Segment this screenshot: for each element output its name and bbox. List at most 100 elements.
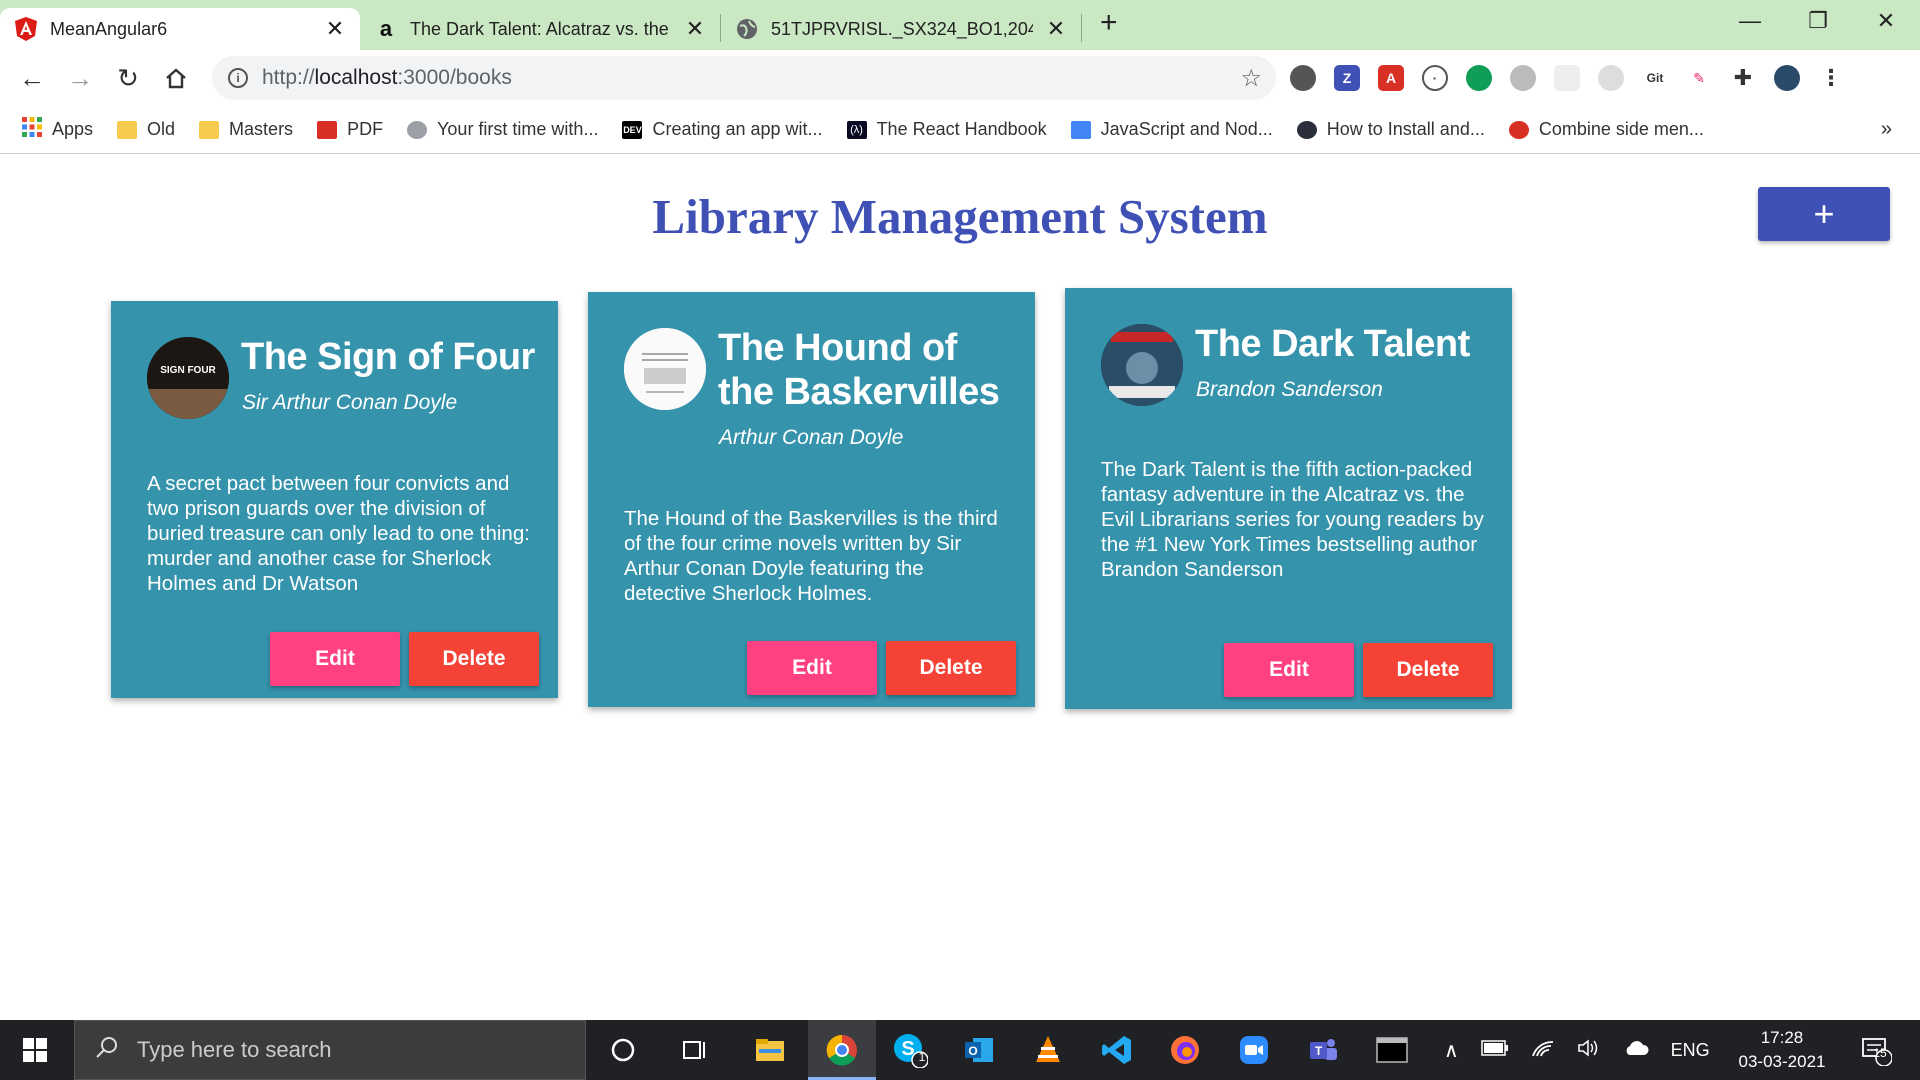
chevron-up-icon[interactable]: ∧ [1444, 1038, 1459, 1063]
outlook-icon[interactable]: O [959, 1030, 999, 1070]
home-icon[interactable] [152, 54, 200, 102]
docs-icon [1070, 120, 1091, 139]
taskbar-search-input[interactable]: Type here to search [74, 1020, 586, 1080]
bookmark-pdf[interactable]: PDF [317, 119, 383, 140]
zoom-icon[interactable] [1234, 1030, 1274, 1070]
bookmark-label: Old [147, 119, 176, 139]
skype-icon[interactable]: S 1 [890, 1030, 930, 1070]
notifications-icon[interactable]: 15 [1856, 1030, 1896, 1070]
windows-start-icon[interactable] [0, 1020, 70, 1080]
tab-title: The Dark Talent: Alcatraz vs. the E [410, 18, 672, 39]
taskbar-clock[interactable]: 17:28 03-03-2021 [1730, 1026, 1834, 1074]
wifi-icon[interactable] [1531, 1038, 1555, 1063]
bookmark-masters[interactable]: Masters [199, 119, 293, 140]
extensions-puzzle-icon[interactable]: ✚ [1730, 65, 1756, 91]
close-tab-icon[interactable]: ✕ [324, 16, 346, 42]
book-card: SIGN FOUR The Sign of Four Sir Arthur Co… [111, 301, 558, 698]
firefox-icon[interactable] [1165, 1030, 1205, 1070]
clock-time: 17:28 [1760, 1028, 1804, 1047]
teams-icon[interactable]: T [1303, 1030, 1343, 1070]
bookmark-first-time[interactable]: Your first time with... [407, 119, 598, 140]
extension-dots-icon[interactable] [1598, 65, 1624, 91]
amazon-icon: a [379, 16, 393, 41]
volume-icon[interactable] [1577, 1038, 1601, 1063]
gitzip-icon[interactable]: Git [1642, 65, 1668, 91]
tab-title: 51TJPRVRISL._SX324_BO1,204,20 [771, 18, 1033, 39]
browser-tab-bar: MeanAngular6 ✕ a The Dark Talent: Alcatr… [0, 0, 1920, 50]
bookmark-react-handbook[interactable]: (λ) The React Handbook [846, 119, 1047, 140]
electron-icon [1296, 120, 1317, 139]
edit-button[interactable]: Edit [1224, 643, 1354, 697]
task-view-icon[interactable] [675, 1030, 715, 1070]
extension-gear-icon[interactable] [1510, 65, 1536, 91]
restore-icon[interactable]: ❐ [1784, 0, 1852, 42]
bookmark-javascript-node[interactable]: JavaScript and Nod... [1070, 119, 1273, 140]
forward-icon[interactable]: → [56, 54, 104, 102]
language-indicator[interactable]: ENG [1671, 1040, 1710, 1061]
colorpicker-icon[interactable]: ✎ [1686, 65, 1712, 91]
book-card: The Dark Talent Brandon Sanderson The Da… [1065, 288, 1512, 709]
delete-button[interactable]: Delete [409, 632, 539, 686]
bookmark-label: Masters [229, 119, 294, 139]
terminal-icon[interactable] [1372, 1030, 1412, 1070]
folder-icon [199, 120, 220, 139]
code-extension-icon[interactable]: · [1422, 65, 1448, 91]
edit-button[interactable]: Edit [747, 641, 877, 695]
grammarly-icon[interactable] [1466, 65, 1492, 91]
book-description: The Hound of the Baskervilles is the thi… [624, 507, 998, 605]
vscode-icon[interactable] [1097, 1030, 1137, 1070]
search-placeholder: Type here to search [137, 1037, 332, 1062]
windows-taskbar: Type here to search S 1 O T ∧ ENG 17:28 … [0, 1020, 1920, 1080]
add-book-button[interactable]: + [1758, 187, 1890, 241]
page-title: Library Management System [652, 189, 1268, 244]
delete-button[interactable]: Delete [1363, 643, 1493, 697]
close-tab-icon[interactable]: ✕ [1045, 16, 1067, 42]
reload-icon[interactable]: ↻ [104, 54, 152, 102]
edit-button[interactable]: Edit [270, 632, 400, 686]
minimize-icon[interactable]: — [1716, 0, 1784, 42]
bookmark-old[interactable]: Old [117, 119, 175, 140]
browser-toolbar: ← → ↻ i http:// localhost :3000/books ☆ … [0, 50, 1920, 106]
close-window-icon[interactable]: ✕ [1852, 0, 1920, 42]
vlc-icon[interactable] [1028, 1030, 1068, 1070]
svg-text:O: O [968, 1044, 977, 1058]
bookmark-site-icon [1508, 120, 1529, 139]
bookmark-label: How to Install and... [1326, 119, 1485, 139]
delete-button[interactable]: Delete [886, 641, 1016, 695]
clock-date: 03-03-2021 [1738, 1052, 1826, 1071]
extension-circle-icon[interactable] [1290, 65, 1316, 91]
profile-avatar[interactable] [1774, 65, 1800, 91]
book-author: Arthur Conan Doyle [719, 426, 904, 449]
bookmark-star-icon[interactable]: ☆ [1240, 64, 1262, 93]
menu-dots-icon[interactable]: ⋮ [1818, 65, 1844, 91]
bookmark-creating-app[interactable]: DEV Creating an app wit... [622, 119, 823, 140]
extensions-bar: Z A · Git ✎ ✚ ⋮ [1290, 58, 1844, 98]
bookmark-apps[interactable]: Apps [22, 117, 93, 142]
tab-image[interactable]: 51TJPRVRISL._SX324_BO1,204,20 ✕ [721, 8, 1081, 50]
extension-grid-icon[interactable] [1554, 65, 1580, 91]
tab-dark-talent[interactable]: a The Dark Talent: Alcatraz vs. the E ✕ [360, 8, 720, 50]
book-cover-thumbnail: SIGN FOUR [147, 337, 229, 419]
battery-icon[interactable] [1480, 1039, 1509, 1061]
bookmark-label: Combine side men... [1538, 119, 1704, 139]
search-icon [95, 1035, 119, 1065]
address-bar[interactable]: i http:// localhost :3000/books ☆ [212, 56, 1276, 100]
back-icon[interactable]: ← [8, 54, 56, 102]
chrome-icon[interactable] [822, 1030, 862, 1070]
file-explorer-icon[interactable] [750, 1030, 790, 1070]
site-info-icon[interactable]: i [228, 68, 248, 88]
more-bookmarks-icon[interactable]: » [1881, 118, 1892, 141]
cortana-icon[interactable] [603, 1030, 643, 1070]
tab-meanangular6[interactable]: MeanAngular6 ✕ [0, 8, 360, 50]
new-tab-button[interactable]: + [1100, 6, 1118, 40]
book-cover-thumbnail [1101, 324, 1183, 406]
onedrive-cloud-icon[interactable] [1623, 1040, 1649, 1061]
bookmark-combine-side-menu[interactable]: Combine side men... [1508, 119, 1704, 140]
zotero-icon[interactable]: Z [1334, 65, 1360, 91]
bookmark-how-to-install[interactable]: How to Install and... [1296, 119, 1485, 140]
url-host: localhost [314, 66, 398, 89]
bookmark-site-icon [407, 120, 428, 139]
close-tab-icon[interactable]: ✕ [684, 16, 706, 42]
acrobat-icon[interactable]: A [1378, 65, 1404, 91]
system-tray: ∧ ENG [1444, 1020, 1710, 1080]
